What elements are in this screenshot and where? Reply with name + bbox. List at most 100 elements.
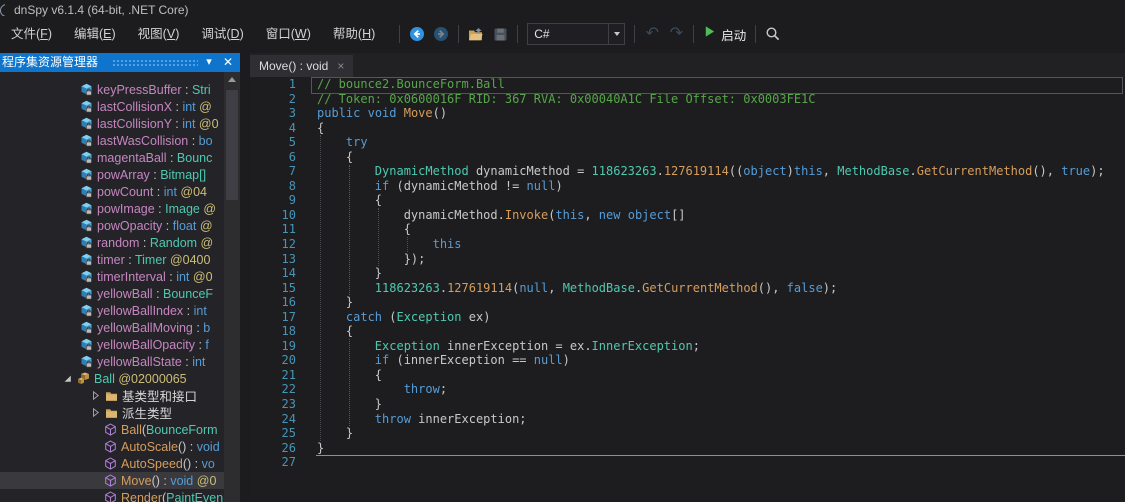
save-all-icon[interactable]	[488, 22, 512, 46]
search-icon[interactable]	[761, 22, 785, 46]
scroll-up-icon[interactable]	[224, 72, 240, 86]
tree-item[interactable]: magentaBall : Bounc	[0, 149, 224, 166]
code-line[interactable]: 22 throw;	[250, 382, 1125, 397]
line-number: 22	[250, 382, 296, 397]
code-line[interactable]: 3public void Move()	[250, 106, 1125, 121]
tree-item-label: timer : Timer @0400	[97, 253, 210, 267]
back-icon[interactable]	[405, 22, 429, 46]
code-line[interactable]: 10 dynamicMethod.Invoke(this, new object…	[250, 208, 1125, 223]
tree-item-label: lastCollisionX : int @	[97, 100, 212, 114]
code-line[interactable]: 27	[250, 455, 1125, 470]
tree-item[interactable]: Ball @02000065	[0, 370, 224, 387]
tree-item[interactable]: yellowBallOpacity : f	[0, 336, 224, 353]
menu-help[interactable]: 帮助(H)	[322, 23, 386, 45]
close-panel-icon[interactable]: ✕	[220, 53, 236, 72]
redo-icon[interactable]: ↷	[664, 22, 688, 46]
menu-edit[interactable]: 编辑(E)	[63, 23, 127, 45]
tree-item[interactable]: 基类型和接口	[0, 387, 224, 404]
tree-item[interactable]: timer : Timer @0400	[0, 251, 224, 268]
field-icon	[80, 202, 97, 215]
menu-debug[interactable]: 调试(D)	[190, 23, 254, 45]
code-line[interactable]: 4{	[250, 121, 1125, 136]
code-line[interactable]: 11 {	[250, 222, 1125, 237]
tree-item[interactable]: yellowBallMoving : b	[0, 319, 224, 336]
tree-item[interactable]: Ball(BounceForm	[0, 421, 224, 438]
code-line[interactable]: 14 }	[250, 266, 1125, 281]
tree-item[interactable]: lastWasCollision : bo	[0, 132, 224, 149]
tree-item[interactable]: timerInterval : int @0	[0, 268, 224, 285]
tab-close-icon[interactable]: ×	[337, 59, 344, 73]
field-icon	[80, 100, 97, 113]
tree-item[interactable]: AutoScale() : void	[0, 438, 224, 455]
tree-item-label: random : Random @	[97, 236, 213, 250]
expander-closed-icon[interactable]	[90, 390, 105, 401]
undo-icon[interactable]: ↶	[640, 22, 664, 46]
expander-open-icon[interactable]	[62, 373, 77, 384]
tree-item[interactable]: random : Random @	[0, 234, 224, 251]
code-line[interactable]: 5 try	[250, 135, 1125, 150]
code-line[interactable]: 19 Exception innerException = ex.InnerEx…	[250, 339, 1125, 354]
tree-item[interactable]: 派生类型	[0, 404, 224, 421]
tree-item-label: yellowBall : BounceF	[97, 287, 213, 301]
tree-item-label: yellowBallMoving : b	[97, 321, 210, 335]
code-line[interactable]: 9 {	[250, 193, 1125, 208]
code-text: catch (Exception ex)	[296, 310, 490, 325]
window-position-icon[interactable]: ▾	[201, 53, 217, 72]
tree-item[interactable]: keyPressBuffer : Stri	[0, 81, 224, 98]
code-text: {	[296, 222, 411, 237]
tree-item[interactable]: AutoSpeed() : vo	[0, 455, 224, 472]
code-line[interactable]: 16 }	[250, 295, 1125, 310]
code-text: {	[296, 121, 324, 136]
panel-title: 程序集资源管理器	[2, 53, 98, 72]
language-combo[interactable]: C#	[527, 23, 625, 45]
line-number: 10	[250, 208, 296, 223]
code-line[interactable]: 15 118623263.127619114(null, MethodBase.…	[250, 281, 1125, 296]
tree-item-label: yellowBallIndex : int	[97, 304, 207, 318]
code-line[interactable]: 7 DynamicMethod dynamicMethod = 11862326…	[250, 164, 1125, 179]
code-text: 118623263.127619114(null, MethodBase.Get…	[296, 281, 837, 296]
field-icon	[80, 253, 97, 266]
tab-move-void[interactable]: Move() : void ×	[250, 55, 353, 77]
menu-file[interactable]: 文件(F)	[0, 23, 63, 45]
tree-item[interactable]: powCount : int @04	[0, 183, 224, 200]
start-button[interactable]: 启动	[699, 25, 750, 44]
tree-item[interactable]: yellowBallIndex : int	[0, 302, 224, 319]
code-line[interactable]: 12 this	[250, 237, 1125, 252]
assembly-tree: keyPressBuffer : Stri lastCollisionX : in…	[0, 81, 224, 502]
code-line[interactable]: 6 {	[250, 150, 1125, 165]
forward-icon[interactable]	[429, 22, 453, 46]
language-combo-value: C#	[528, 27, 608, 41]
field-icon	[80, 219, 97, 232]
code-line[interactable]: 17 catch (Exception ex)	[250, 310, 1125, 325]
code-line[interactable]: 8 if (dynamicMethod != null)	[250, 179, 1125, 194]
code-line[interactable]: 20 if (innerException == null)	[250, 353, 1125, 368]
menu-view[interactable]: 视图(V)	[127, 23, 191, 45]
code-line[interactable]: 23 }	[250, 397, 1125, 412]
scrollbar-thumb[interactable]	[226, 90, 238, 200]
tree-item[interactable]: powOpacity : float @	[0, 217, 224, 234]
tree-item[interactable]: lastCollisionY : int @0	[0, 115, 224, 132]
code-line[interactable]: 26}	[250, 441, 1125, 456]
tree-item[interactable]: yellowBallState : int	[0, 353, 224, 370]
tree-scrollbar[interactable]	[224, 72, 240, 502]
line-number: 16	[250, 295, 296, 310]
open-file-icon[interactable]	[464, 22, 488, 46]
tree-item[interactable]: powImage : Image @	[0, 200, 224, 217]
code-line[interactable]: 13 });	[250, 252, 1125, 267]
menu-window[interactable]: 窗口(W)	[255, 23, 322, 45]
code-line[interactable]: 21 {	[250, 368, 1125, 383]
tree-item[interactable]: yellowBall : BounceF	[0, 285, 224, 302]
tree-item[interactable]: Render(PaintEven	[0, 489, 224, 502]
code-text: try	[296, 135, 368, 150]
expander-closed-icon[interactable]	[90, 407, 105, 418]
tree-item[interactable]: powArray : Bitmap[]	[0, 166, 224, 183]
tree-item-label: AutoSpeed() : vo	[121, 457, 215, 471]
tree-item[interactable]: lastCollisionX : int @	[0, 98, 224, 115]
code-line[interactable]: 25 }	[250, 426, 1125, 441]
line-number: 24	[250, 412, 296, 427]
code-line[interactable]: 24 throw innerException;	[250, 412, 1125, 427]
code-line[interactable]: 18 {	[250, 324, 1125, 339]
chevron-down-icon[interactable]	[608, 24, 624, 44]
code-text: }	[296, 441, 324, 456]
tree-item[interactable]: Move() : void @0	[0, 472, 224, 489]
